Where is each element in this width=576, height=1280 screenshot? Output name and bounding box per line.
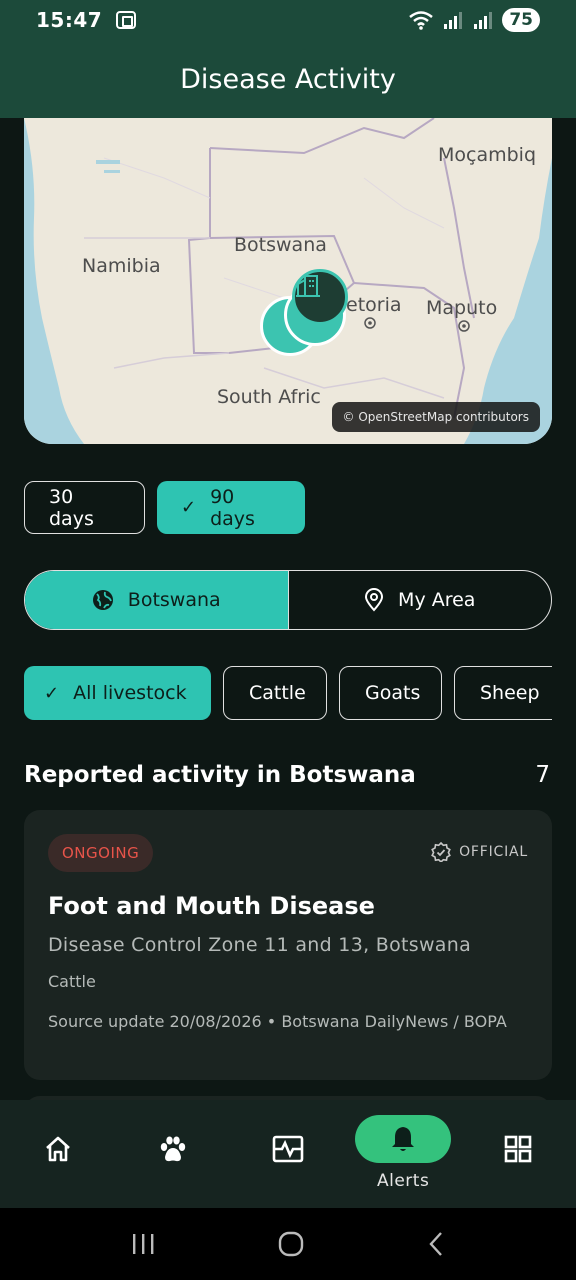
- nav-alerts-label: Alerts: [376, 1171, 430, 1191]
- building-icon: [296, 275, 320, 297]
- home-button-icon[interactable]: [277, 1230, 305, 1258]
- verified-icon: [431, 842, 451, 862]
- filter-90-days[interactable]: ✓ 90 days: [157, 481, 305, 534]
- location-pin-icon: [364, 588, 384, 612]
- home-icon: [45, 1136, 70, 1162]
- app-bar: Disease Activity: [0, 40, 576, 118]
- day-filter-group: 30 days ✓ 90 days: [24, 481, 305, 534]
- livestock-filter-group[interactable]: ✓ All livestock Cattle Goats Sheep: [24, 666, 552, 720]
- recent-apps-icon[interactable]: [130, 1232, 156, 1256]
- filter-30-days[interactable]: 30 days: [24, 481, 145, 534]
- paw-icon: [160, 1136, 185, 1162]
- check-icon: ✓: [44, 682, 60, 704]
- back-icon[interactable]: [426, 1230, 446, 1258]
- map-label-south-africa: South Afric: [217, 386, 321, 408]
- report-source: Source update 20/08/2026 • Botswana Dail…: [48, 1012, 507, 1031]
- status-badge: ONGOING: [48, 834, 154, 872]
- filter-30-days-label: 30 days: [49, 485, 94, 530]
- official-label: OFFICIAL: [459, 844, 528, 860]
- signal-icon: [444, 12, 463, 29]
- map-location-pin[interactable]: [292, 269, 348, 325]
- map-label-botswana: Botswana: [234, 234, 327, 256]
- filter-goats-label: Goats: [365, 682, 421, 704]
- nav-alerts[interactable]: Alerts: [355, 1100, 452, 1208]
- status-bar: 15:47 75: [0, 0, 576, 40]
- grid-icon: [505, 1135, 532, 1163]
- signal-icon: [474, 12, 493, 29]
- battery-level: 75: [502, 8, 540, 32]
- filter-sheep[interactable]: Sheep: [454, 666, 552, 720]
- system-navigation-bar: [0, 1208, 576, 1280]
- filter-cattle-label: Cattle: [249, 682, 306, 704]
- bell-icon: [392, 1127, 415, 1151]
- activity-icon: [272, 1135, 304, 1163]
- filter-goats[interactable]: Goats: [339, 666, 442, 720]
- official-badge: OFFICIAL: [431, 842, 528, 862]
- nav-animals[interactable]: [125, 1100, 221, 1208]
- region-my-area-label: My Area: [398, 589, 476, 611]
- nav-alerts-indicator: [355, 1115, 452, 1163]
- map-view[interactable]: Moçambiq Botswana Namibia etoria Maputo …: [24, 118, 552, 444]
- map-label-maputo: Maputo: [426, 297, 498, 319]
- map-label-pretoria: etoria: [346, 294, 402, 316]
- section-title: Reported activity in Botswana: [24, 762, 416, 788]
- map-label-namibia: Namibia: [82, 255, 161, 277]
- region-botswana-label: Botswana: [127, 589, 221, 611]
- filter-all-livestock[interactable]: ✓ All livestock: [24, 666, 211, 720]
- wifi-icon: [409, 11, 434, 30]
- map-attribution[interactable]: © OpenStreetMap contributors: [331, 402, 540, 432]
- filter-90-days-label: 90 days: [210, 485, 255, 530]
- filter-cattle[interactable]: Cattle: [223, 666, 327, 720]
- filter-all-livestock-label: All livestock: [73, 682, 187, 704]
- report-livestock: Cattle: [48, 972, 96, 991]
- bottom-navigation: Alerts: [0, 1100, 576, 1208]
- map-label-mocambique: Moçambiq: [438, 144, 537, 166]
- check-icon: ✓: [181, 497, 197, 518]
- nav-home[interactable]: [10, 1100, 106, 1208]
- region-botswana-button[interactable]: Botswana: [25, 571, 289, 629]
- region-toggle: Botswana My Area: [24, 570, 552, 630]
- globe-icon: [92, 589, 114, 611]
- section-count: 7: [535, 762, 550, 788]
- screenshot-icon: [116, 11, 137, 29]
- region-my-area-button[interactable]: My Area: [289, 571, 552, 629]
- page-title: Disease Activity: [180, 63, 396, 95]
- report-title: Foot and Mouth Disease: [48, 892, 375, 920]
- status-time: 15:47: [36, 8, 103, 32]
- report-card[interactable]: ONGOING OFFICIAL Foot and Mouth Disease …: [24, 810, 552, 1080]
- filter-sheep-label: Sheep: [480, 682, 540, 704]
- report-location: Disease Control Zone 11 and 13, Botswana: [48, 934, 472, 956]
- nav-more[interactable]: [470, 1100, 566, 1208]
- nav-health[interactable]: [240, 1100, 336, 1208]
- status-icons: 75: [408, 8, 540, 32]
